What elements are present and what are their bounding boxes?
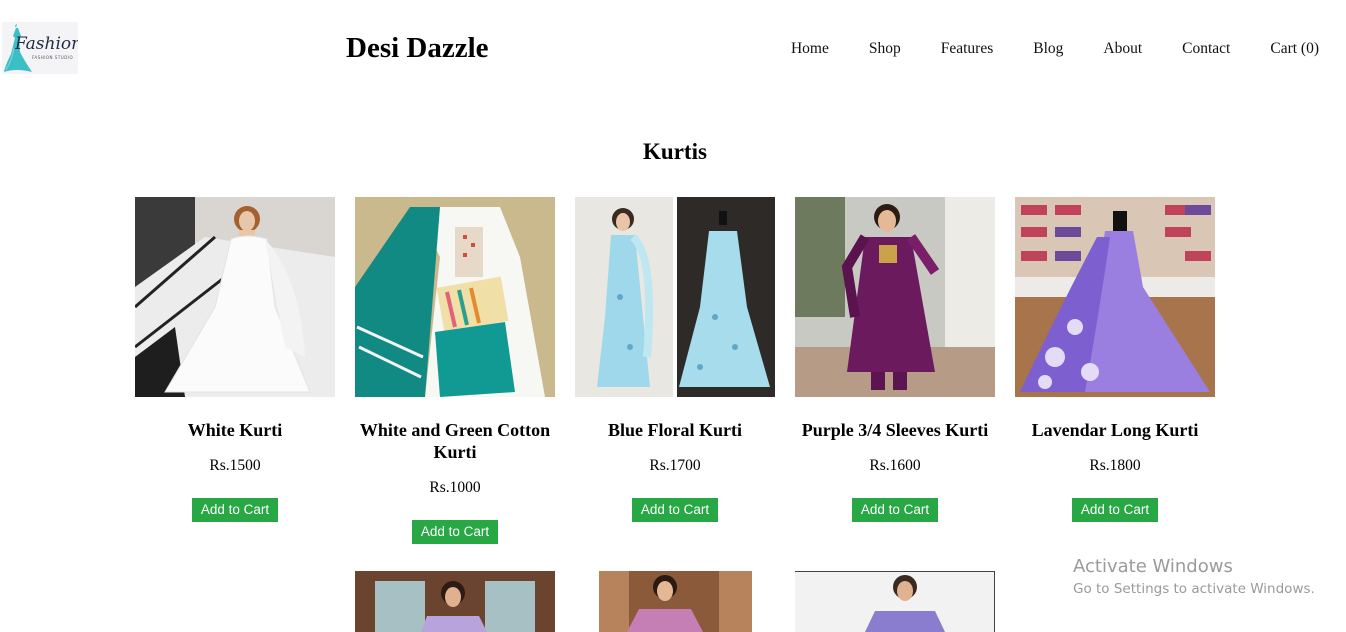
- watermark-subtitle: Go to Settings to activate Windows.: [1073, 581, 1315, 597]
- product-image[interactable]: [135, 197, 335, 397]
- product-card: Lavendar Long Kurti Rs.1800 Add to Cart: [1015, 197, 1215, 522]
- nav-cart[interactable]: Cart (0): [1270, 40, 1319, 58]
- product-name[interactable]: Purple 3/4 Sleeves Kurti: [795, 419, 995, 441]
- product-name[interactable]: White Kurti: [135, 419, 335, 441]
- watermark-title: Activate Windows: [1073, 556, 1233, 577]
- product-image[interactable]: [355, 197, 555, 397]
- nav-shop[interactable]: Shop: [869, 40, 901, 58]
- product-image[interactable]: [599, 571, 752, 632]
- product-price: Rs.1700: [649, 457, 701, 474]
- product-price: Rs.1600: [869, 457, 921, 474]
- add-to-cart-button[interactable]: Add to Cart: [191, 498, 279, 522]
- product-name[interactable]: Lavendar Long Kurti: [1015, 419, 1215, 441]
- product-image[interactable]: [795, 197, 995, 397]
- logo-subtext: FASHION STUDIO: [32, 55, 74, 60]
- nav-features[interactable]: Features: [941, 40, 994, 58]
- product-image[interactable]: [1015, 197, 1215, 397]
- product-name[interactable]: Blue Floral Kurti: [575, 419, 775, 441]
- add-to-cart-button[interactable]: Add to Cart: [631, 498, 719, 522]
- add-to-cart-button[interactable]: Add to Cart: [851, 498, 939, 522]
- logo[interactable]: Fashion FASHION STUDIO: [2, 22, 78, 74]
- product-image[interactable]: [795, 571, 995, 632]
- logo-text: Fashion: [15, 34, 78, 54]
- activate-windows-watermark: Activate Windows Go to Settings to activ…: [1073, 556, 1315, 597]
- add-to-cart-button[interactable]: Add to Cart: [1071, 498, 1159, 522]
- product-price: Rs.1000: [429, 479, 481, 496]
- product-price: Rs.1500: [209, 457, 261, 474]
- section-title: Kurtis: [643, 139, 707, 164]
- product-card: Purple 3/4 Sleeves Kurti Rs.1600 Add to …: [795, 197, 995, 522]
- add-to-cart-button[interactable]: Add to Cart: [411, 520, 499, 544]
- product-card: White and Green Cotton Kurti Rs.1000 Add…: [355, 197, 555, 544]
- product-card: Blue Floral Kurti Rs.1700 Add to Cart: [575, 197, 775, 522]
- product-price: Rs.1800: [1089, 457, 1141, 474]
- nav-contact[interactable]: Contact: [1182, 40, 1230, 58]
- main-nav: Home Shop Features Blog About Contact Ca…: [751, 40, 1319, 58]
- nav-blog[interactable]: Blog: [1033, 40, 1063, 58]
- nav-about[interactable]: About: [1103, 40, 1142, 58]
- site-title: Desi Dazzle: [346, 32, 489, 64]
- product-image[interactable]: [355, 571, 555, 632]
- product-image[interactable]: [575, 197, 775, 397]
- product-name[interactable]: White and Green Cotton Kurti: [355, 419, 555, 463]
- product-card: White Kurti Rs.1500 Add to Cart: [135, 197, 335, 522]
- nav-home[interactable]: Home: [791, 40, 829, 58]
